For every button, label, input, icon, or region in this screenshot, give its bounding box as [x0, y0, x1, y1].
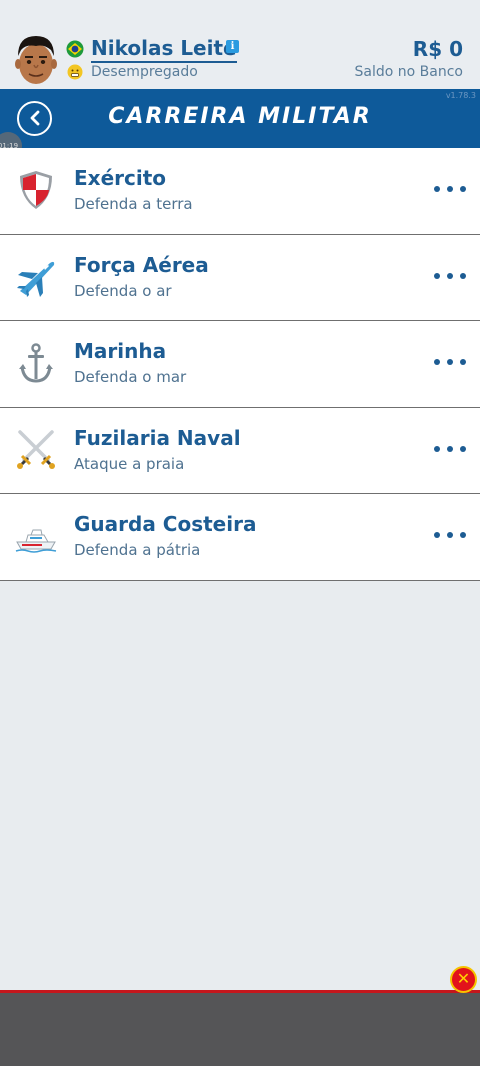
brazil-flag-icon: [66, 40, 84, 58]
crossed-swords-icon: [17, 429, 55, 469]
career-subtitle: Defenda a pátria: [74, 541, 201, 559]
smiley-face-icon: [67, 64, 83, 80]
career-title: Força Aérea: [74, 252, 209, 277]
page-title: CARREIRA MILITAR: [108, 104, 372, 129]
more-options-button[interactable]: [434, 528, 466, 542]
player-name[interactable]: Nikolas Leite: [91, 36, 237, 63]
career-subtitle: Defenda a terra: [74, 195, 193, 213]
list-item-navy[interactable]: Marinha Defenda o mar: [0, 321, 480, 408]
more-options-button[interactable]: [434, 182, 466, 196]
career-title: Guarda Costeira: [74, 512, 257, 536]
bank-balance-label: Saldo no Banco: [354, 64, 463, 80]
ad-banner[interactable]: [0, 990, 480, 1066]
career-list: Exército Defenda a terra Força Aérea Def…: [0, 148, 480, 581]
career-title: Exército: [74, 166, 167, 190]
list-item-air-force[interactable]: Força Aérea Defenda o ar: [0, 234, 480, 321]
more-options-button[interactable]: [434, 269, 466, 283]
profile-header: Nikolas Leite i Desempregado R$ 0 Saldo …: [0, 0, 480, 89]
ship-icon: [15, 529, 57, 553]
career-subtitle: Defenda o ar: [74, 281, 172, 300]
career-subtitle: Defenda o mar: [74, 368, 187, 386]
version-label: v1.78.3: [445, 91, 476, 100]
list-item-army[interactable]: Exército Defenda a terra: [0, 148, 480, 235]
anchor-icon: [19, 343, 53, 383]
more-options-button[interactable]: [434, 355, 466, 369]
close-icon[interactable]: ✕: [450, 966, 477, 993]
info-icon[interactable]: i: [226, 40, 239, 53]
job-status: Desempregado: [91, 64, 198, 80]
list-item-coast-guard[interactable]: Guarda Costeira Defenda a pátria: [0, 494, 480, 581]
career-title: Fuzilaria Naval: [74, 425, 241, 450]
airplane-icon: [17, 261, 55, 297]
list-item-marines[interactable]: Fuzilaria Naval Ataque a praia: [0, 407, 480, 494]
more-options-button[interactable]: [434, 442, 466, 456]
shield-icon: [20, 171, 52, 209]
career-subtitle: Ataque a praia: [74, 454, 185, 473]
avatar[interactable]: [14, 34, 58, 86]
career-title: Marinha: [74, 339, 167, 363]
screen-titlebar: CARREIRA MILITAR v1.78.3: [0, 89, 480, 148]
bank-balance: R$ 0: [412, 37, 463, 61]
